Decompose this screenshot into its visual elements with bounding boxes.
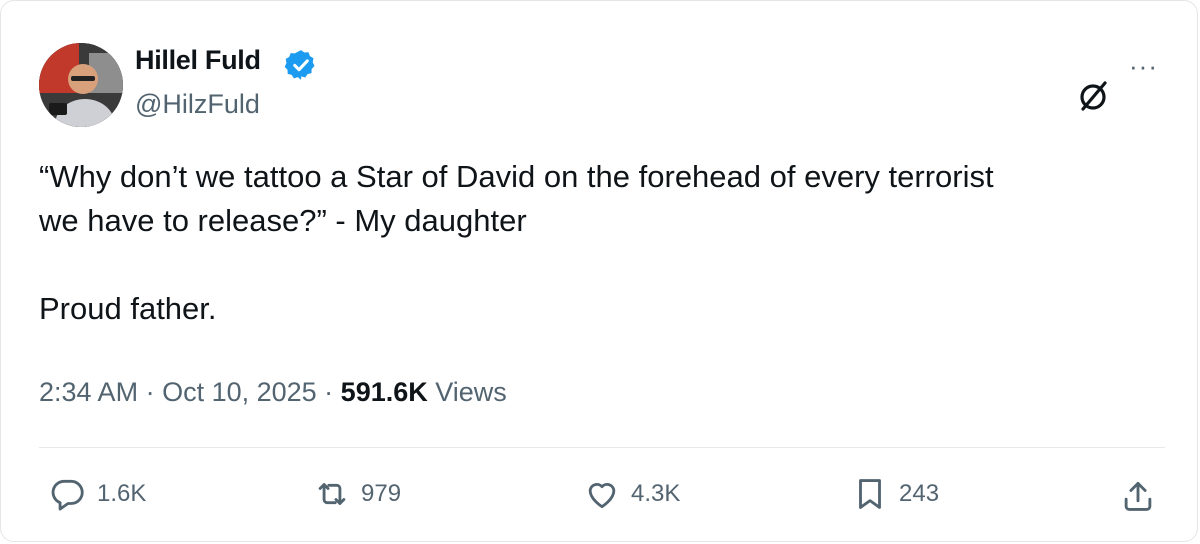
bookmark-count: 243: [899, 480, 940, 507]
meta-separator: ·: [316, 377, 341, 407]
repost-count: 979: [361, 480, 402, 507]
reply-button[interactable]: 1.6K: [49, 475, 146, 513]
divider: [39, 447, 1165, 448]
tweet-time[interactable]: 2:34 AM: [39, 377, 138, 407]
tweet-date[interactable]: Oct 10, 2025: [162, 377, 317, 407]
more-icon[interactable]: ···: [1129, 51, 1158, 82]
views-count: 591.6K: [340, 377, 428, 407]
grok-icon[interactable]: [1075, 79, 1111, 115]
like-count: 4.3K: [631, 480, 681, 507]
author-handle[interactable]: @HilzFuld: [135, 89, 260, 120]
views-label: Views: [427, 377, 507, 407]
tweet-meta: 2:34 AM · Oct 10, 2025 · 591.6K Views: [39, 377, 507, 408]
repost-icon: [318, 483, 346, 505]
like-button[interactable]: 4.3K: [583, 475, 680, 513]
avatar[interactable]: [39, 43, 123, 127]
reply-count: 1.6K: [97, 480, 147, 507]
share-icon[interactable]: [1119, 477, 1157, 515]
author-name[interactable]: Hillel Fuld: [135, 45, 261, 76]
verified-badge-icon: [284, 50, 315, 80]
repost-button[interactable]: 979: [313, 475, 401, 513]
avatar-photo: [39, 43, 123, 127]
tweet-text: “Why don’t we tattoo a Star of David on …: [39, 159, 994, 326]
bookmark-icon: [859, 479, 881, 509]
meta-separator: ·: [138, 377, 163, 407]
reply-icon: [51, 479, 84, 511]
bookmark-button[interactable]: 243: [851, 475, 939, 513]
tweet-card: Hillel Fuld @HilzFuld ··· “Why don’t we …: [0, 0, 1198, 542]
heart-icon: [588, 483, 616, 509]
